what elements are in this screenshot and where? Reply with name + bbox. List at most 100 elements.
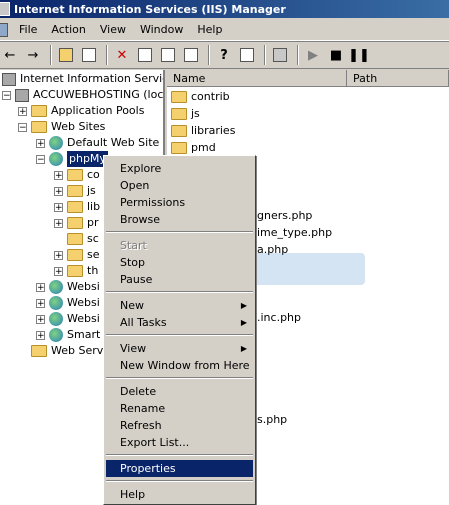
list-item-fragment[interactable]: ime_type.php [257,225,332,241]
context-menu-item-export-list[interactable]: Export List... [106,434,253,451]
folder-icon [171,142,187,154]
list-item-fragment[interactable]: s.php [257,412,287,428]
expand-icon[interactable]: + [36,138,45,148]
expand-icon[interactable]: + [36,330,45,340]
list-item-fragment[interactable]: gners.php [257,208,312,224]
tree-label: Smart [67,328,101,341]
list-item[interactable]: libraries [171,123,235,139]
menu-action[interactable]: Action [44,23,92,36]
expand-icon[interactable]: + [36,282,45,292]
submenu-arrow-icon: ▶ [240,301,247,310]
context-menu-item-all-tasks[interactable]: All Tasks ▶ [106,314,253,331]
back-icon[interactable]: ← [0,45,20,65]
pause-icon[interactable]: ❚❚ [348,45,370,65]
tree-node-default-site[interactable]: + Default Web Site [36,135,159,151]
context-menu-item-explore[interactable]: Explore [106,160,253,177]
tree-node-child[interactable]: + lib [54,199,100,215]
context-menu-item-stop[interactable]: Stop [106,254,253,271]
tree-node-website[interactable]: + Websi [36,295,100,311]
list-item[interactable]: js [171,106,200,122]
title-bar: Internet Information Services (IIS) Mana… [0,0,449,18]
context-menu-item-help[interactable]: Help [106,486,253,503]
tree-node-iis[interactable]: Internet Information Services [2,71,163,87]
collapse-icon[interactable]: − [36,154,45,164]
tree-node-server[interactable]: − ACCUWEBHOSTING (local c [2,87,163,103]
menu-separator [106,231,253,233]
tree-label: co [87,168,100,181]
context-menu: Explore Open Permissions Browse Start Stop Pau… [103,155,256,505]
tree-label: lib [87,200,101,213]
menu-item-label: Export List... [120,436,190,449]
show-hide-tree-icon[interactable] [79,45,99,65]
computer-icon[interactable] [270,45,290,65]
context-menu-item-permissions[interactable]: Permissions [106,194,253,211]
menu-view[interactable]: View [93,23,133,36]
forward-icon[interactable]: → [23,45,43,65]
menu-separator [106,480,253,482]
column-header-name[interactable]: Name [167,70,347,87]
collapse-icon[interactable]: − [2,90,11,100]
refresh-icon[interactable] [158,45,178,65]
context-menu-item-rename[interactable]: Rename [106,400,253,417]
new-window-icon[interactable] [237,45,257,65]
context-menu-item-browse[interactable]: Browse [106,211,253,228]
list-item-fragment[interactable]: .inc.php [257,310,301,326]
website-icon [49,152,63,166]
context-menu-item-view[interactable]: View ▶ [106,340,253,357]
menu-item-label: Open [120,179,150,192]
up-folder-icon[interactable] [56,45,76,65]
menu-file[interactable]: File [12,23,44,36]
submenu-arrow-icon: ▶ [240,318,247,327]
expand-icon[interactable]: + [54,170,63,180]
collapse-icon[interactable]: − [18,122,27,132]
expand-icon[interactable]: + [54,250,63,260]
list-item[interactable]: contrib [171,89,230,105]
expand-icon[interactable]: + [54,202,63,212]
context-menu-item-refresh[interactable]: Refresh [106,417,253,434]
expand-icon[interactable]: + [36,314,45,324]
system-menu-icon[interactable] [0,22,8,37]
expand-icon[interactable]: + [36,298,45,308]
tree-node-app-pools[interactable]: + Application Pools [18,103,144,119]
list-item-fragment[interactable]: a.php [257,242,288,258]
delete-icon[interactable]: ✕ [112,45,132,65]
tree-node-phpmyadmin[interactable]: − phpMy [36,151,108,167]
tree-node-web-service[interactable]: Web Serv [31,343,103,359]
context-menu-item-open[interactable]: Open [106,177,253,194]
context-menu-item-new-window-from-here[interactable]: New Window from Here [106,357,253,374]
context-menu-item-new[interactable]: New ▶ [106,297,253,314]
properties-icon[interactable] [135,45,155,65]
tree-node-child[interactable]: + se [54,247,100,263]
context-menu-item-properties[interactable]: Properties [106,460,253,477]
expand-icon[interactable]: + [54,218,63,228]
tree-node-child[interactable]: + pr [54,215,99,231]
help-icon[interactable]: ? [214,45,234,65]
tree-label: Websi [67,296,100,309]
context-menu-item-delete[interactable]: Delete [106,383,253,400]
context-menu-item-pause[interactable]: Pause [106,271,253,288]
tree-node-website[interactable]: + Smart [36,327,100,343]
play-icon[interactable]: ▶ [303,45,323,65]
stop-icon[interactable]: ■ [326,45,346,65]
folder-icon [67,201,83,213]
tree-node-web-sites[interactable]: − Web Sites [18,119,105,135]
export-icon[interactable] [181,45,201,65]
menu-help[interactable]: Help [190,23,229,36]
expand-icon[interactable]: + [54,186,63,196]
list-item[interactable]: pmd [171,140,216,156]
tree-node-child[interactable]: sc [67,231,99,247]
folder-icon [171,125,187,137]
tree-node-child[interactable]: + js [54,183,96,199]
list-item-label: js [191,107,200,120]
menu-window[interactable]: Window [133,23,190,36]
column-header-path[interactable]: Path [347,70,449,87]
tree-node-website[interactable]: + Websi [36,311,100,327]
server-icon [15,88,29,102]
tree-node-child[interactable]: + th [54,263,98,279]
menu-item-label: View [120,342,147,355]
tree-label: Web Serv [51,344,104,357]
expand-icon[interactable]: + [54,266,63,276]
expand-icon[interactable]: + [18,106,27,116]
tree-node-website[interactable]: + Websi [36,279,100,295]
tree-node-child[interactable]: + co [54,167,100,183]
